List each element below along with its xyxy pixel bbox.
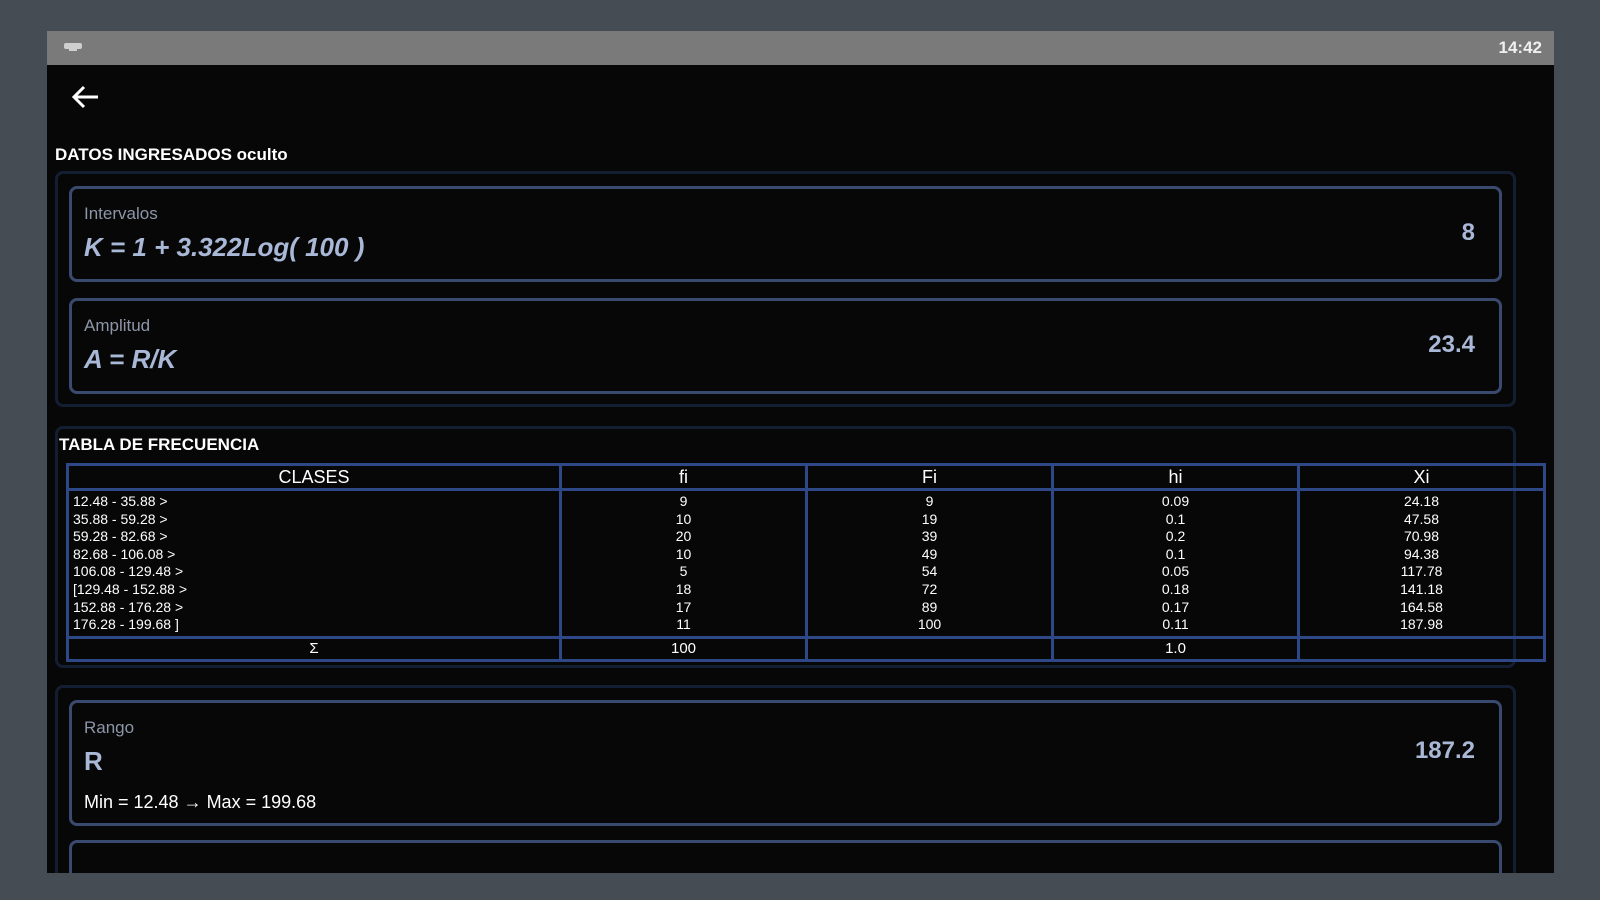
cell-clases: 82.68 - 106.08 > <box>73 545 176 562</box>
column-fi: 9 10 20 10 5 18 17 11 <box>559 489 808 638</box>
cell-Fi: 54 <box>921 563 938 580</box>
cell-xi: 117.78 <box>1400 563 1443 580</box>
table-header-row: CLASES fi Fi hi Xi <box>66 463 1546 491</box>
frequency-table: CLASES fi Fi hi Xi 12.48 - 35.88 > 35.88… <box>66 463 1546 662</box>
cell-Fi: 49 <box>921 545 938 562</box>
amplitud-label: Amplitud <box>84 316 151 335</box>
status-bar: 14:42 <box>47 31 1554 65</box>
cell-hi: 0.11 <box>1162 616 1189 633</box>
cell-clases: 106.08 - 129.48 > <box>73 563 184 580</box>
header-xi: Xi <box>1297 463 1546 491</box>
status-time: 14:42 <box>1498 38 1542 57</box>
column-clases: 12.48 - 35.88 > 35.88 - 59.28 > 59.28 - … <box>66 489 562 638</box>
header-fi: fi <box>559 463 808 491</box>
table-body-row: 12.48 - 35.88 > 35.88 - 59.28 > 59.28 - … <box>66 489 1546 638</box>
column-xi: 24.18 47.58 70.98 94.38 117.78 141.18 16… <box>1297 489 1546 638</box>
sum-xi <box>1297 635 1546 662</box>
cell-xi: 70.98 <box>1403 528 1440 545</box>
intervalos-card: Intervalos K = 1 + 3.322Log( 100 ) 8 <box>69 186 1502 282</box>
cell-clases: 176.28 - 199.68 ] <box>73 616 179 633</box>
cell-hi: 0.1 <box>1165 510 1186 527</box>
rango-formula: R <box>84 746 103 776</box>
header-hi: hi <box>1051 463 1300 491</box>
cell-clases: 12.48 - 35.88 > <box>73 493 168 509</box>
cell-hi: 0.05 <box>1161 563 1190 580</box>
cell-fi: 17 <box>675 598 692 615</box>
cell-fi: 10 <box>675 545 692 562</box>
cell-fi: 5 <box>679 563 688 580</box>
sum-fi: 100 <box>559 635 808 662</box>
sum-Fi <box>805 635 1054 662</box>
column-hi: 0.09 0.1 0.2 0.1 0.05 0.18 0.17 0.11 <box>1051 489 1300 638</box>
cell-Fi: 72 <box>921 580 938 597</box>
cell-Fi: 19 <box>921 510 938 527</box>
cell-xi: 187.98 <box>1400 616 1443 633</box>
cell-fi: 10 <box>675 510 692 527</box>
rango-detail: Min = 12.48 → Max = 199.68 <box>84 792 317 812</box>
resultados-panel: Rango R 187.2 Min = 12.48 → Max = 199.68 <box>55 685 1516 873</box>
cell-fi: 20 <box>675 528 692 545</box>
cell-hi: 0.17 <box>1161 598 1190 615</box>
intervalos-value: 8 <box>1461 219 1475 246</box>
cell-xi: 24.18 <box>1403 493 1440 509</box>
cell-xi: 47.58 <box>1403 510 1440 527</box>
cell-fi: 18 <box>675 580 692 597</box>
cell-xi: 164.58 <box>1400 598 1443 615</box>
header-clases: CLASES <box>66 463 562 491</box>
tabla-title: TABLA DE FRECUENCIA <box>59 435 260 454</box>
app-window: 14:42 DATOS INGRESADOS oculto Intervalos… <box>47 31 1554 873</box>
next-card <box>69 840 1502 873</box>
amplitud-value: 23.4 <box>1428 331 1475 358</box>
cell-hi: 0.18 <box>1161 580 1190 597</box>
cell-clases: 152.88 - 176.28 > <box>73 598 184 615</box>
intervalos-formula: K = 1 + 3.322Log( 100 ) <box>84 232 365 262</box>
cell-Fi: 100 <box>917 616 942 633</box>
rango-value: 187.2 <box>1414 737 1475 764</box>
amplitud-card: Amplitud A = R/K 23.4 <box>69 298 1502 394</box>
back-button[interactable] <box>71 85 101 109</box>
cell-clases: 59.28 - 82.68 > <box>73 528 168 545</box>
cell-hi: 0.1 <box>1165 545 1186 562</box>
cell-clases: [129.48 - 152.88 > <box>73 580 188 597</box>
cell-hi: 0.2 <box>1165 528 1186 545</box>
cell-xi: 141.18 <box>1400 580 1443 597</box>
tabla-panel: TABLA DE FRECUENCIA CLASES fi Fi hi Xi 1… <box>55 426 1546 668</box>
back-arrow-icon <box>71 85 98 109</box>
header-Fi: Fi <box>805 463 1054 491</box>
cell-clases: 35.88 - 59.28 > <box>73 510 168 527</box>
sum-symbol: Σ <box>66 635 562 662</box>
cell-fi: 9 <box>679 493 688 509</box>
cell-xi: 94.38 <box>1403 545 1440 562</box>
cell-hi: 0.09 <box>1161 493 1190 509</box>
table-sum-row: Σ 100 1.0 <box>66 635 1546 662</box>
rango-card: Rango R 187.2 Min = 12.48 → Max = 199.68 <box>69 700 1502 826</box>
column-Fi: 9 19 39 49 54 72 89 100 <box>805 489 1054 638</box>
amplitud-formula: A = R/K <box>84 344 177 374</box>
notification-icon <box>64 43 82 51</box>
sum-hi: 1.0 <box>1051 635 1300 662</box>
intervalos-label: Intervalos <box>84 204 158 223</box>
datos-panel: Intervalos K = 1 + 3.322Log( 100 ) 8 Amp… <box>55 171 1516 407</box>
cell-Fi: 89 <box>921 598 938 615</box>
datos-section-title[interactable]: DATOS INGRESADOS oculto <box>55 145 288 165</box>
cell-fi: 11 <box>676 616 691 633</box>
rango-label: Rango <box>84 718 135 737</box>
cell-Fi: 39 <box>921 528 938 545</box>
cell-Fi: 9 <box>925 493 934 509</box>
